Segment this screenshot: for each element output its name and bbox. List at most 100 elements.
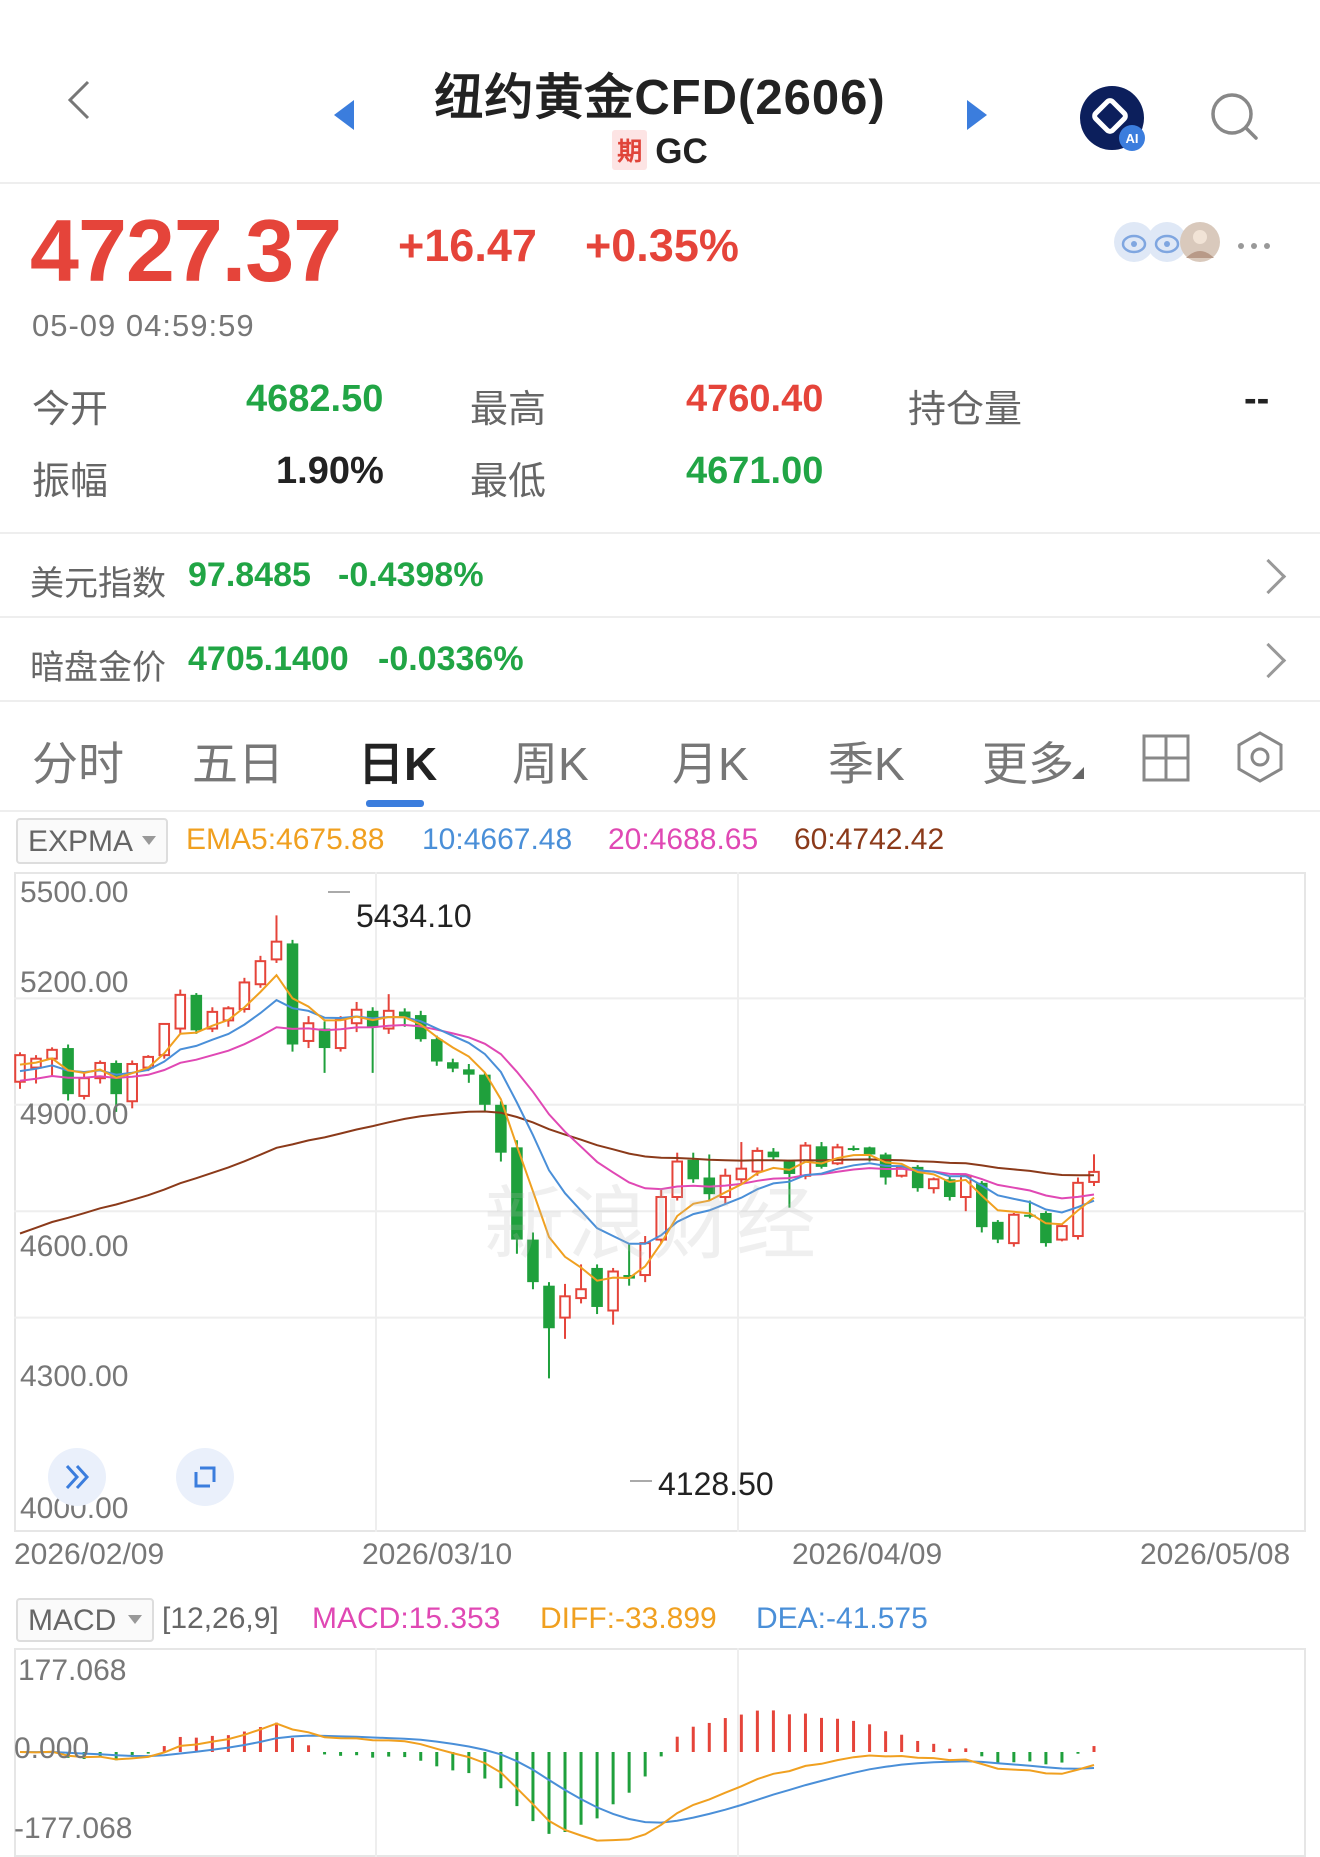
low-label: 最低 (470, 461, 547, 503)
y-tick-label: 4600.00 (20, 1230, 129, 1263)
last-price: 4727.37 (30, 201, 342, 300)
candle-body (927, 1178, 940, 1190)
x-tick-label: 2026/03/10 (362, 1538, 513, 1571)
macd-y-tick: 177.068 (18, 1654, 127, 1687)
macd-selector[interactable]: MACD (16, 1598, 154, 1642)
chevron-right-icon (1250, 558, 1287, 595)
candle-body (334, 1018, 347, 1050)
macd-y-tick: 0.000 (14, 1732, 90, 1765)
tab-quarterly-k[interactable]: 季K (828, 728, 905, 794)
expma-selector[interactable]: EXPMA (16, 818, 168, 864)
candle-body (559, 1295, 571, 1319)
min-price-label: 4128.50 (658, 1466, 774, 1502)
x-tick-label: 2026/02/09 (14, 1538, 165, 1571)
candle-body (1088, 1170, 1100, 1183)
tab-five-day[interactable]: 五日 (192, 728, 284, 794)
ai-icon[interactable]: AI (1078, 84, 1146, 157)
candle-body (46, 1048, 58, 1060)
related-value: 97.8485 (188, 556, 311, 594)
amp-label: 振幅 (32, 461, 109, 503)
weibo-avatars[interactable] (1112, 220, 1224, 269)
oi-value: -- (1244, 378, 1270, 420)
chevron-right-icon (1250, 642, 1287, 679)
amp-value: 1.90% (276, 450, 384, 492)
candle-body (78, 1077, 90, 1097)
x-tick-label: 2026/05/08 (1140, 1538, 1291, 1571)
candle-body (270, 940, 283, 961)
code-label: GC (655, 132, 708, 171)
y-tick-label: 5500.00 (20, 876, 129, 909)
x-tick-label: 2026/04/09 (792, 1538, 943, 1571)
related-label: 美元指数 (30, 565, 166, 603)
candle-body (1040, 1212, 1052, 1244)
ema5-value: EMA5:4675.88 (186, 823, 385, 856)
candle-body (174, 993, 187, 1030)
next-arrow-icon[interactable] (965, 98, 989, 137)
high-value: 4760.40 (686, 378, 824, 420)
tabs-divider (0, 810, 1320, 812)
tab-weekly-k[interactable]: 周K (512, 728, 589, 794)
chart-watermark: 新浪财经 (484, 1180, 820, 1269)
candle-body (575, 1288, 587, 1300)
low-value: 4671.00 (686, 450, 824, 492)
candle-body (863, 1147, 876, 1155)
candle-body (767, 1151, 780, 1158)
related-row-usd-index[interactable]: 美元指数 97.8485 -0.4398% (0, 534, 1320, 618)
open-value: 4682.50 (246, 378, 384, 420)
candle-body (1056, 1225, 1068, 1241)
diff-value: DIFF:-33.899 (540, 1602, 717, 1635)
related-pct: -0.4398% (338, 556, 484, 594)
related-pct: -0.0336% (378, 640, 524, 678)
tab-daily-k[interactable]: 日K (358, 728, 437, 794)
macd-params: [12,26,9] (162, 1602, 279, 1635)
candle-body (447, 1062, 459, 1069)
dea-value: DEA:-41.575 (756, 1602, 928, 1635)
high-label: 最高 (470, 389, 547, 431)
ema20-value: 20:4688.65 (608, 823, 759, 856)
candle-body (190, 994, 203, 1031)
macd-value: MACD:15.353 (312, 1602, 501, 1635)
dropdown-icon (128, 1615, 142, 1624)
tab-more[interactable]: 更多 (982, 728, 1074, 794)
y-tick-label: 4900.00 (20, 1098, 129, 1131)
macd-selector-label: MACD (28, 1604, 117, 1637)
candle-body (431, 1039, 443, 1062)
ema60-value: 60:4742.42 (794, 823, 945, 856)
price-change-pct: +0.35% (585, 220, 739, 271)
max-marker-line (328, 891, 350, 893)
max-price-label: 5434.10 (356, 898, 472, 934)
macd-chart (14, 1648, 1306, 1857)
oi-label: 持仓量 (908, 389, 1023, 431)
macd-y-tick: -177.068 (14, 1812, 133, 1845)
dropdown-icon (142, 836, 156, 845)
fullscreen-icon[interactable] (176, 1448, 234, 1506)
search-icon[interactable] (1208, 90, 1260, 147)
price-change: +16.47 (398, 220, 537, 271)
related-value: 4705.1400 (188, 640, 349, 678)
candle-body (992, 1221, 1004, 1240)
related-label: 暗盘金价 (30, 649, 166, 687)
more-icon[interactable] (1236, 238, 1272, 256)
active-tab-indicator (366, 800, 424, 807)
tab-intraday[interactable]: 分时 (32, 728, 124, 794)
tab-monthly-k[interactable]: 月K (672, 728, 749, 794)
candle-body (543, 1285, 555, 1329)
candle-body (254, 960, 267, 986)
y-tick-label: 5200.00 (20, 966, 129, 999)
ema10-value: 10:4667.48 (422, 823, 573, 856)
candle-body (463, 1069, 475, 1075)
related-row-dark-gold[interactable]: 暗盘金价 4705.1400 -0.0336% (0, 618, 1320, 702)
grid-icon[interactable] (1142, 734, 1190, 787)
candle-body (318, 1028, 331, 1049)
candle-body (222, 1007, 235, 1022)
candle-body (847, 1148, 860, 1151)
quote-time: 05-09 04:59:59 (32, 308, 255, 343)
forward-icon[interactable] (48, 1448, 106, 1506)
header-divider (0, 182, 1320, 184)
candle-body (1008, 1213, 1020, 1245)
settings-icon[interactable] (1236, 730, 1284, 789)
y-tick-label: 4300.00 (20, 1360, 129, 1393)
svg-text:AI: AI (1126, 131, 1139, 146)
candle-body (14, 1054, 26, 1083)
candle-body (976, 1182, 988, 1228)
